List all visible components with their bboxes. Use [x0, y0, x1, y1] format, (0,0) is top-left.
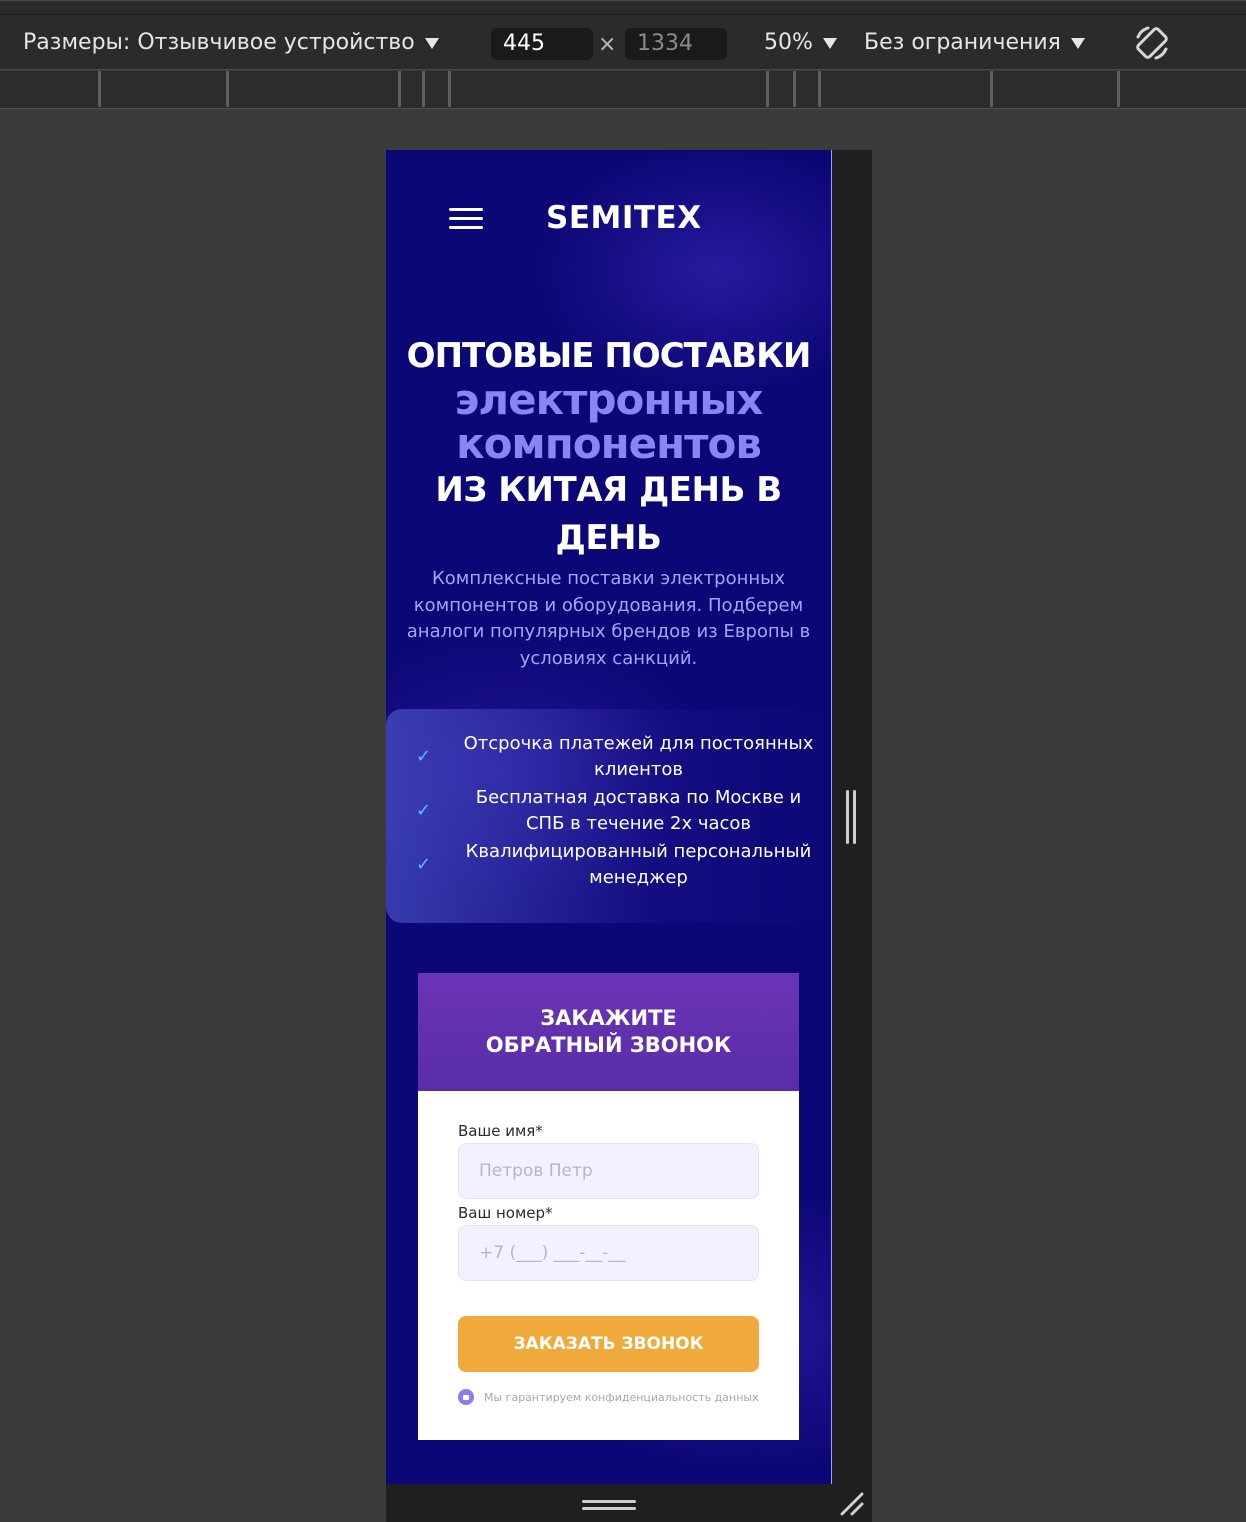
feature-text: Отсрочка платежей для постоянных клиенто… — [463, 733, 814, 780]
feature-item: ✓ Бесплатная доставка по Москве и СПБ в … — [386, 785, 831, 836]
viewport-edge — [831, 150, 832, 1484]
media-query-ruler[interactable] — [0, 71, 1246, 109]
ruler-tick — [766, 71, 769, 107]
device-viewport: SEMITEX ОПТОВЫЕ ПОСТАВКИ электронных ком… — [386, 150, 872, 1522]
dimensions-dropdown[interactable]: Размеры: Отзывчивое устройство — [23, 27, 439, 59]
form-header: ЗАКАЖИТЕ ОБРАТНЫЙ ЗВОНОК — [418, 973, 799, 1091]
form-title-line-1: ЗАКАЖИТЕ — [540, 1006, 677, 1030]
width-input[interactable]: 445 — [491, 28, 593, 60]
right-resize-handle[interactable] — [846, 790, 860, 844]
lock-icon — [458, 1389, 474, 1405]
dimensions-label: Размеры: Отзывчивое устройство — [23, 30, 415, 55]
hero-line-1: ОПТОВЫЕ ПОСТАВКИ — [406, 336, 812, 376]
ruler-tick — [990, 71, 993, 107]
phone-label: Ваш номер* — [458, 1204, 553, 1222]
check-icon: ✓ — [416, 746, 432, 767]
feature-text: Бесплатная доставка по Москве и СПБ в те… — [475, 787, 802, 834]
times-symbol: × — [598, 32, 617, 57]
throttle-value: Без ограничения — [864, 30, 1061, 55]
throttle-dropdown[interactable]: Без ограничения — [864, 27, 1085, 59]
feature-text: Квалифицированный персональный менеджер — [465, 841, 812, 888]
ruler-tick — [818, 71, 821, 107]
feature-item: ✓ Квалифицированный персональный менедже… — [386, 839, 831, 890]
ruler-tick — [448, 71, 451, 107]
hero-title: ОПТОВЫЕ ПОСТАВКИ электронных компонентов… — [386, 334, 831, 562]
hero-line-3b: ДЕНЬ — [555, 518, 662, 558]
form-title-line-2: ОБРАТНЫЙ ЗВОНОК — [485, 1033, 732, 1057]
privacy-note-text: Мы гарантируем конфиденциальность данных — [484, 1390, 759, 1404]
order-call-button[interactable]: ЗАКАЗАТЬ ЗВОНОК — [458, 1316, 759, 1372]
hamburger-icon[interactable] — [449, 208, 483, 232]
ruler-tick — [98, 71, 101, 107]
hero-line-3a: ИЗ КИТАЯ ДЕНЬ В — [435, 470, 782, 510]
caret-down-icon — [822, 37, 837, 49]
callback-form: ЗАКАЖИТЕ ОБРАТНЫЙ ЗВОНОК Ваше имя* Ваш н… — [418, 973, 799, 1440]
check-icon: ✓ — [416, 854, 432, 875]
ruler-tick — [793, 71, 796, 107]
hero-line-2a: электронных — [454, 375, 763, 424]
caret-down-icon — [1070, 37, 1085, 49]
feature-item: ✓ Отсрочка платежей для постоянных клиен… — [386, 731, 831, 782]
devtools-device-toolbar: Размеры: Отзывчивое устройство 445 × 133… — [0, 0, 1246, 70]
hero-subtitle: Комплексные поставки электронных компоне… — [406, 568, 811, 669]
zoom-value: 50% — [764, 30, 813, 55]
toolbar-divider — [0, 14, 1246, 15]
site-logo[interactable]: SEMITEX — [546, 200, 702, 236]
caret-down-icon — [424, 37, 439, 49]
features-panel: ✓ Отсрочка платежей для постоянных клиен… — [386, 709, 831, 923]
phone-input[interactable] — [458, 1225, 759, 1281]
ruler-tick — [1117, 71, 1120, 107]
website-page: SEMITEX ОПТОВЫЕ ПОСТАВКИ электронных ком… — [386, 150, 831, 1484]
zoom-dropdown[interactable]: 50% — [764, 27, 837, 59]
name-label: Ваше имя* — [458, 1122, 543, 1140]
ruler-tick — [398, 71, 401, 107]
ruler-tick — [422, 71, 425, 107]
bottom-resize-handle[interactable] — [582, 1500, 636, 1512]
rotate-icon[interactable] — [1132, 23, 1172, 63]
ruler-tick — [226, 71, 229, 107]
check-icon: ✓ — [416, 800, 432, 821]
privacy-note: Мы гарантируем конфиденциальность данных — [458, 1389, 759, 1405]
hero-line-2b: компонентов — [456, 419, 762, 468]
corner-resize-icon[interactable] — [838, 1490, 866, 1518]
height-input[interactable]: 1334 — [625, 28, 727, 60]
name-input[interactable] — [458, 1143, 759, 1199]
